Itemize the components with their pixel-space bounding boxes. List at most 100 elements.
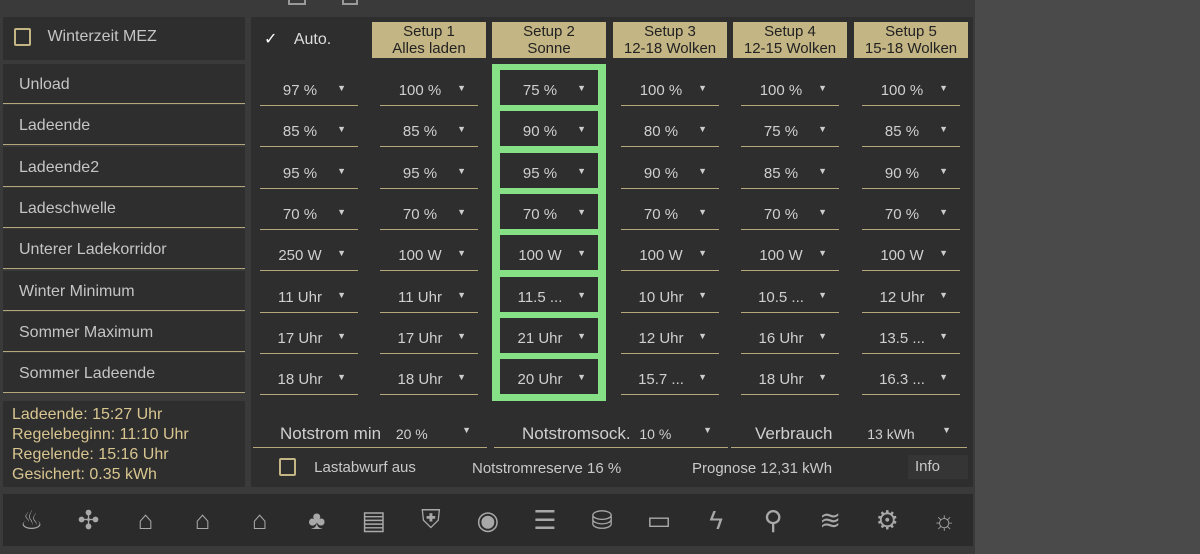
setup-1-button[interactable]: Setup 1 Alles laden [372, 22, 486, 58]
value-select[interactable]: 100 W ▼ [741, 247, 839, 272]
setup-5-button[interactable]: Setup 5 15-18 Wolken [854, 22, 968, 58]
chevron-down-icon: ▼ [698, 83, 707, 93]
value-select[interactable]: 16 Uhr ▼ [741, 330, 839, 354]
value-select[interactable]: 80 % ▼ [621, 123, 719, 148]
ac-fan-icon[interactable]: ✣ [69, 500, 109, 540]
value-select[interactable]: 97 % ▼ [260, 82, 358, 106]
chevron-down-icon: ▼ [577, 289, 586, 300]
value-select[interactable]: 250 W ▼ [260, 247, 358, 272]
value-select[interactable]: 13.5 ... ▼ [862, 330, 960, 354]
value-select[interactable]: 100 % ▼ [741, 82, 839, 106]
value-select[interactable]: 100 W ▼ [500, 247, 598, 271]
value-select[interactable]: 70 % ▼ [500, 206, 598, 230]
list-icon[interactable]: ☰ [525, 500, 565, 540]
chevron-down-icon: ▼ [818, 372, 827, 383]
value-select[interactable]: 18 Uhr ▼ [380, 371, 478, 396]
value-select[interactable]: 95 % ▼ [260, 165, 358, 189]
value-select[interactable]: 100 % ▼ [380, 82, 478, 106]
value-select[interactable]: 100 W ▼ [380, 247, 478, 272]
tree-icon[interactable]: ♣ [297, 500, 337, 540]
value-select[interactable]: 70 % ▼ [380, 206, 478, 230]
heating-icon[interactable]: ♨ [12, 500, 52, 540]
value-select[interactable]: 100 % ▼ [862, 82, 960, 106]
house-floor-minus1-icon[interactable]: ⌂ [126, 500, 166, 540]
clock-display-icon[interactable]: ▭ [639, 500, 679, 540]
database-sync-icon[interactable]: ⛁ [582, 500, 622, 540]
chevron-down-icon: ▼ [337, 83, 346, 93]
value-select[interactable]: 90 % ▼ [862, 165, 960, 189]
value-select[interactable]: 100 W ▼ [621, 247, 719, 272]
value-text: 80 % [643, 123, 679, 141]
value-select[interactable]: 75 % ▼ [500, 82, 598, 106]
chevron-down-icon: ▼ [818, 165, 827, 176]
value-select[interactable]: 11 Uhr ▼ [380, 289, 478, 313]
value-select[interactable]: 100 W ▼ [862, 247, 960, 272]
value-select[interactable]: 11 Uhr ▼ [260, 289, 358, 313]
value-select[interactable]: 20 Uhr ▼ [500, 371, 598, 395]
winterzeit-toggle[interactable]: Winterzeit MEZ [3, 17, 245, 60]
winterzeit-checkbox[interactable] [14, 28, 31, 46]
value-select[interactable]: 90 % ▼ [500, 123, 598, 147]
value-select[interactable]: 17 Uhr ▼ [260, 330, 358, 354]
power-icon[interactable]: ϟ [696, 500, 736, 540]
value-text: 100 % [759, 82, 803, 99]
value-text: 70 % [763, 205, 799, 223]
setup-4-button[interactable]: Setup 4 12-15 Wolken [733, 22, 847, 58]
setup-2-button[interactable]: Setup 2 Sonne [492, 22, 606, 58]
notstrom-min-select[interactable]: Notstrom min 20 % ▼ [253, 424, 487, 448]
value-select[interactable]: 85 % ▼ [380, 123, 478, 148]
notstromreserve-text: Notstromreserve 16 % [472, 460, 622, 477]
lastabwurf-checkbox[interactable] [279, 458, 296, 477]
chevron-down-icon: ▼ [457, 83, 466, 93]
value-select[interactable]: 16.3 ... ▼ [862, 371, 960, 396]
settings-gear-icon[interactable]: ⚙ [867, 500, 907, 540]
value-select[interactable]: 18 Uhr ▼ [741, 371, 839, 396]
lastabwurf-toggle[interactable]: Lastabwurf aus [279, 458, 416, 477]
shutter-icon[interactable]: ▤ [354, 500, 394, 540]
value-select[interactable]: 21 Uhr ▼ [500, 330, 598, 354]
chevron-down-icon: ▼ [939, 165, 948, 176]
verbrauch-select[interactable]: Verbrauch 13 kWh ▼ [731, 424, 967, 448]
value-select[interactable]: 12 Uhr ▼ [862, 289, 960, 313]
chevron-down-icon: ▼ [698, 330, 707, 341]
value-select[interactable]: 12 Uhr ▼ [621, 330, 719, 354]
house-floor-0-icon[interactable]: ⌂ [183, 500, 223, 540]
value-text: 70 % [282, 205, 318, 223]
value-select[interactable]: 95 % ▼ [500, 165, 598, 189]
value-select[interactable]: 85 % ▼ [741, 165, 839, 189]
value-select[interactable]: 85 % ▼ [260, 123, 358, 148]
setup-3-button[interactable]: Setup 3 12-18 Wolken [613, 22, 727, 58]
top-icon-1[interactable] [288, 0, 306, 5]
camera-icon[interactable]: ◉ [468, 500, 508, 540]
value-select[interactable]: 95 % ▼ [380, 165, 478, 189]
chevron-down-icon: ▼ [457, 206, 466, 217]
value-select[interactable]: 70 % ▼ [260, 206, 358, 230]
value-select[interactable]: 11.5 ... ▼ [500, 289, 598, 313]
row-label-5: Winter Minimum [3, 270, 245, 311]
value-text: 85 % [282, 123, 318, 141]
info-button[interactable]: Info [908, 455, 968, 479]
value-select[interactable]: 85 % ▼ [862, 123, 960, 148]
notstromsock-select[interactable]: Notstromsock. 10 % ▼ [494, 424, 728, 448]
value-select[interactable]: 100 % ▼ [621, 82, 719, 106]
house-floor-1-icon[interactable]: ⌂ [240, 500, 280, 540]
top-icon-2[interactable] [342, 0, 358, 5]
security-shield-icon[interactable]: ⛨ [411, 500, 451, 540]
water-tap-icon[interactable]: ⚲ [753, 500, 793, 540]
value-select[interactable]: 15.7 ... ▼ [621, 371, 719, 396]
auto-toggle[interactable]: ✓ Auto. [264, 29, 331, 49]
value-select[interactable]: 10.5 ... ▼ [741, 289, 839, 313]
value-select[interactable]: 10 Uhr ▼ [621, 289, 719, 313]
pool-icon[interactable]: ≋ [810, 500, 850, 540]
value-select[interactable]: 70 % ▼ [621, 206, 719, 230]
value-select[interactable]: 70 % ▼ [862, 206, 960, 230]
value-select[interactable]: 90 % ▼ [621, 165, 719, 189]
setup-title: Setup 3 [644, 23, 696, 40]
value-select[interactable]: 17 Uhr ▼ [380, 330, 478, 354]
weather-icon[interactable]: ☼ [924, 500, 964, 540]
value-select[interactable]: 18 Uhr ▼ [260, 371, 358, 396]
chevron-down-icon: ▼ [698, 372, 707, 383]
value-select[interactable]: 70 % ▼ [741, 206, 839, 230]
chevron-down-icon: ▼ [698, 248, 707, 259]
value-select[interactable]: 75 % ▼ [741, 123, 839, 148]
